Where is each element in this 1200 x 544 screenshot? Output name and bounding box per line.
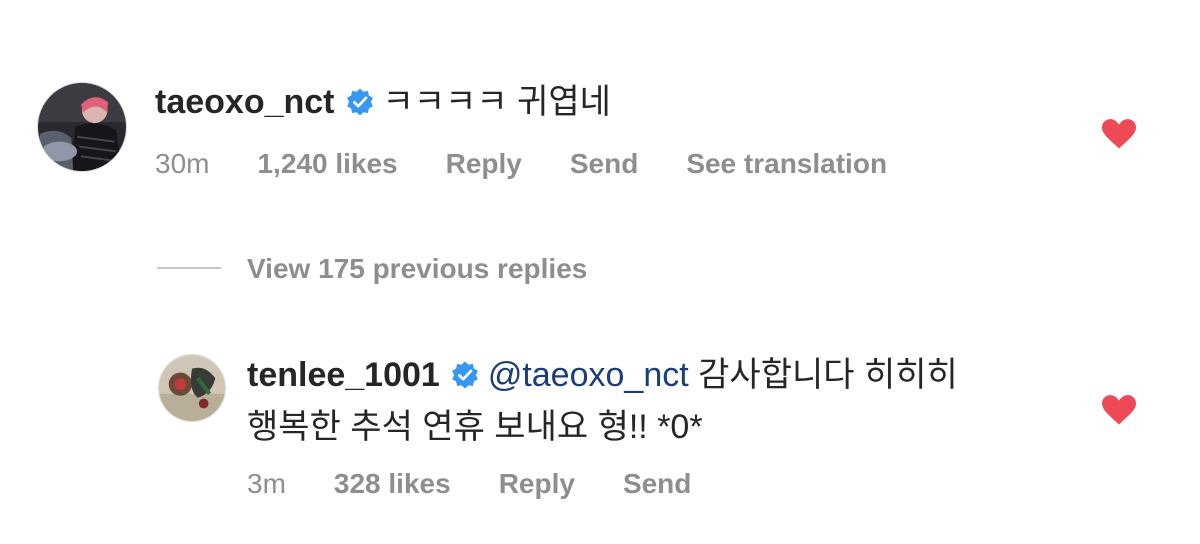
comment-reply-button[interactable]: Reply [446,150,522,178]
comment-like-heart-icon[interactable] [1100,116,1138,150]
replies-divider-line [157,267,221,269]
reply-like-heart-icon[interactable] [1100,392,1138,426]
reply-text-line-1: 감사합니다 히히히 [698,356,958,394]
reply-meta: 3m 328 likes Reply Send [247,470,691,498]
comment-username[interactable]: taeoxo_nct [155,83,335,121]
avatar-taeoxo-nct[interactable] [37,82,127,172]
view-previous-replies-label: View 175 previous replies [247,253,588,284]
comment-likes[interactable]: 1,240 likes [257,150,397,178]
avatar-tenlee-1001[interactable] [158,354,226,422]
comment-line: taeoxo_nct ㅋㅋㅋㅋ 귀엽네 [155,85,611,119]
comment-text: ㅋㅋㅋㅋ 귀엽네 [382,83,611,121]
verified-badge-icon [450,360,480,390]
reply-likes[interactable]: 328 likes [334,470,451,498]
reply-send-button[interactable]: Send [623,470,691,498]
reply-line-2: 행복한 추석 연휴 보내요 형!! *0* [247,410,703,444]
see-translation-button[interactable]: See translation [686,150,887,178]
avatar-image [159,355,225,421]
verified-badge-icon [345,87,375,117]
comment-time: 30m [155,148,210,179]
reply-line-1: tenlee_1001 @taeoxo_nct 감사합니다 히히히 [247,358,958,392]
reply-time: 3m [247,468,286,499]
reply-mention-link[interactable]: @taeoxo_nct [488,356,689,394]
reply-reply-button[interactable]: Reply [499,470,575,498]
reply-text-line-2: 행복한 추석 연휴 보내요 형!! *0* [247,408,703,446]
reply-username[interactable]: tenlee_1001 [247,356,440,394]
avatar-image [38,83,126,171]
comment-meta: 30m 1,240 likes Reply Send See translation [155,150,887,178]
comment-send-button[interactable]: Send [570,150,638,178]
